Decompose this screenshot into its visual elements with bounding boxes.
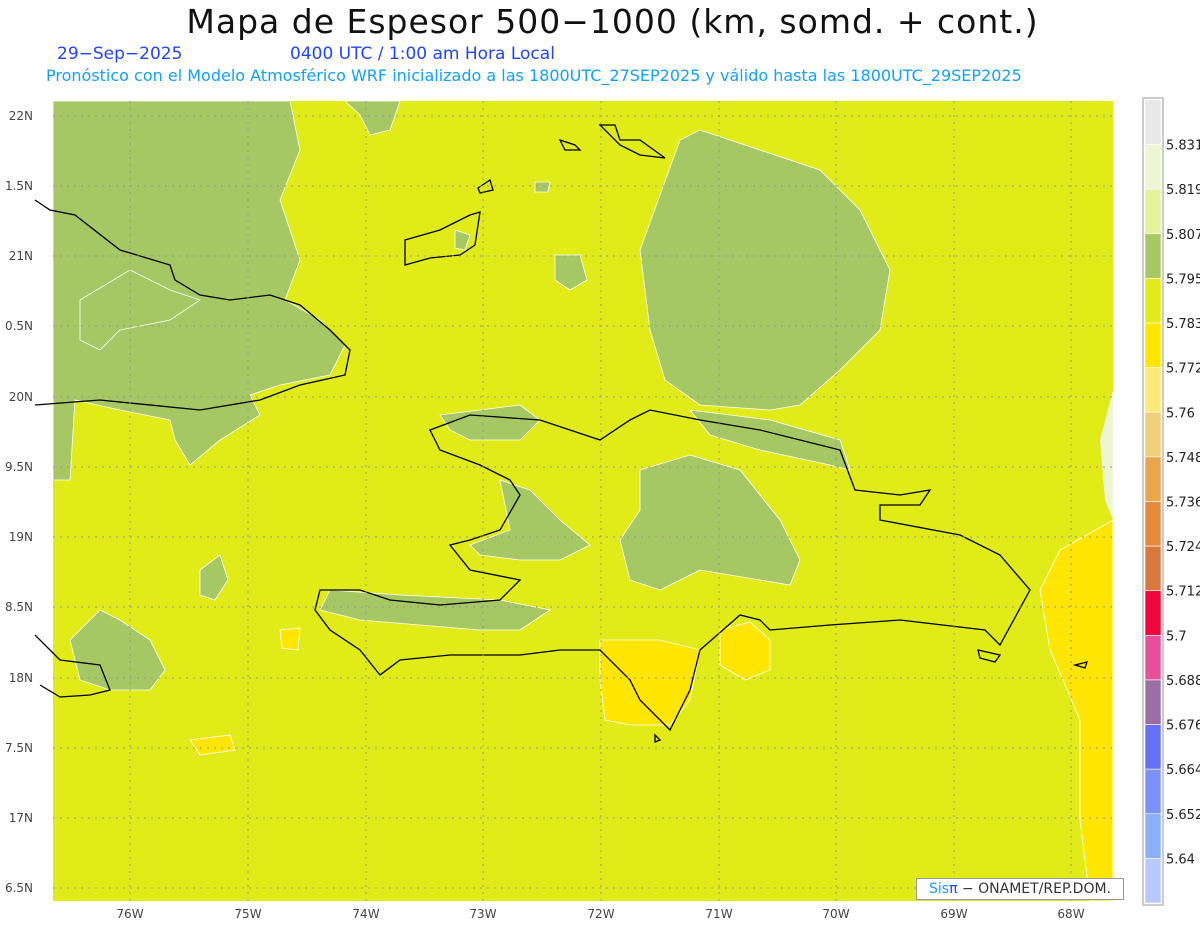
- lon-label: 70W: [822, 907, 849, 921]
- lat-label: 21N: [9, 249, 33, 263]
- colorbar-swatch: [1144, 813, 1162, 859]
- lat-label: 22N: [9, 109, 33, 123]
- colorbar-label: 5.807: [1166, 228, 1200, 243]
- colorbar-swatch: [1144, 233, 1162, 279]
- lon-label: 69W: [940, 907, 967, 921]
- colorbar-swatch: [1144, 545, 1162, 592]
- colorbar-swatch: [1144, 858, 1162, 904]
- colorbar-label: 5.831: [1166, 139, 1200, 154]
- sispi-logo-pi: π: [949, 881, 958, 897]
- colorbar-label: 5.819: [1166, 183, 1200, 198]
- lon-label: 68W: [1057, 907, 1084, 921]
- colorbar-label: 5.652: [1166, 808, 1200, 823]
- sispi-logo-sis: Sis: [928, 881, 950, 897]
- lat-label: 19N: [9, 530, 33, 544]
- colorbar-swatch: [1144, 456, 1162, 502]
- lat-label: 0.5N: [5, 319, 33, 333]
- longitude-labels: 76W 75W 74W 73W 72W 71W 70W 69W 68W: [116, 907, 1084, 921]
- colorbar-swatch: [1144, 99, 1162, 145]
- lon-label: 71W: [705, 907, 732, 921]
- credit-box: Sisπ − ONAMET/REP.DOM.: [916, 878, 1124, 900]
- colorbar-label: 5.64: [1166, 852, 1195, 867]
- colorbar-label: 5.748: [1166, 451, 1200, 466]
- lat-label: 17N: [9, 811, 33, 825]
- lon-label: 72W: [587, 907, 614, 921]
- colorbar-swatch: [1144, 679, 1162, 725]
- colorbar-swatch: [1144, 501, 1162, 547]
- colorbar-label: 5.783: [1166, 317, 1200, 332]
- colorbar-label: 5.7: [1166, 629, 1187, 644]
- colorbar-swatch: [1144, 590, 1162, 636]
- colorbar-label: 5.76: [1166, 406, 1195, 421]
- lat-label: 9.5N: [5, 460, 33, 474]
- colorbar: 5.831 5.819 5.807 5.795 5.783 5.772 5.76 5.748 5…: [1142, 97, 1200, 906]
- colorbar-label: 5.795: [1166, 272, 1200, 287]
- colorbar-swatch: [1144, 411, 1162, 458]
- colorbar-label: 5.676: [1166, 719, 1200, 734]
- lat-label: 7.5N: [5, 741, 33, 755]
- colorbar-swatch: [1144, 635, 1162, 681]
- credit-text: − ONAMET/REP.DOM.: [961, 881, 1112, 897]
- colorbar-swatch: [1144, 188, 1162, 235]
- lat-label: 1.5N: [5, 179, 33, 193]
- lat-label: 8.5N: [5, 600, 33, 614]
- colorbar-swatch: [1144, 278, 1162, 324]
- colorbar-swatch: [1144, 144, 1162, 190]
- colorbar-label: 5.664: [1166, 763, 1200, 778]
- thickness-map: 76W 75W 74W 73W 72W 71W 70W 69W 68W 22N …: [5, 97, 1200, 921]
- lat-label: 18N: [9, 671, 33, 685]
- colorbar-swatch: [1144, 768, 1162, 815]
- colorbar-label: 5.736: [1166, 496, 1200, 511]
- lat-label: 20N: [9, 390, 33, 404]
- latitude-labels: 22N 1.5N 21N 0.5N 20N 9.5N 19N 8.5N 18N …: [5, 109, 33, 895]
- colorbar-label: 5.712: [1166, 585, 1200, 600]
- colorbar-swatch: [1144, 367, 1162, 413]
- colorbar-label: 5.724: [1166, 540, 1200, 555]
- lat-label: 6.5N: [5, 881, 33, 895]
- lon-label: 74W: [352, 907, 379, 921]
- lon-label: 75W: [234, 907, 261, 921]
- colorbar-swatch: [1144, 724, 1162, 770]
- colorbar-label: 5.688: [1166, 674, 1200, 689]
- lon-label: 73W: [469, 907, 496, 921]
- colorbar-swatch: [1144, 322, 1162, 368]
- colorbar-label: 5.772: [1166, 362, 1200, 377]
- lon-label: 76W: [116, 907, 143, 921]
